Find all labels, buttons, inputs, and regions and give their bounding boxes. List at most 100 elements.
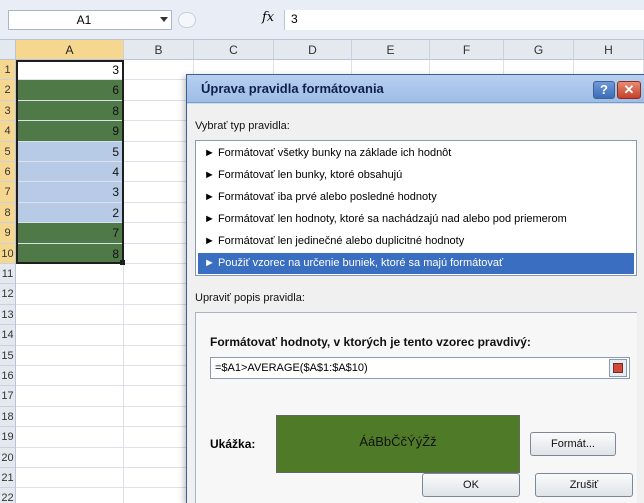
cell[interactable]: [124, 60, 194, 81]
cell[interactable]: [124, 202, 194, 224]
row-header[interactable]: 17: [0, 386, 16, 407]
row-header[interactable]: 12: [0, 284, 16, 305]
row-header[interactable]: 18: [0, 406, 16, 428]
collapse-dialog-icon[interactable]: [609, 359, 627, 377]
column-header-e[interactable]: E: [352, 40, 430, 60]
cell[interactable]: 3: [16, 60, 124, 81]
cell[interactable]: [124, 182, 194, 203]
cell[interactable]: 5: [16, 141, 124, 162]
formula-bar-grip-icon: [178, 12, 196, 28]
row-header[interactable]: 5: [0, 141, 16, 162]
row-header[interactable]: 3: [0, 100, 16, 122]
rule-type-item[interactable]: ► Formátovať iba prvé alebo posledné hod…: [198, 187, 634, 208]
cell[interactable]: [124, 468, 194, 489]
cell[interactable]: [124, 141, 194, 162]
rule-formula-field[interactable]: =$A1>AVERAGE($A$1:$A$10): [210, 357, 630, 379]
format-button[interactable]: Formát...: [530, 432, 616, 456]
cell[interactable]: 4: [16, 162, 124, 183]
cell[interactable]: 7: [16, 223, 124, 244]
cell[interactable]: [16, 264, 124, 285]
cell[interactable]: [124, 366, 194, 387]
cell[interactable]: [124, 447, 194, 468]
row-header[interactable]: 19: [0, 427, 16, 448]
cell[interactable]: [16, 325, 124, 346]
cell[interactable]: [16, 447, 124, 468]
cell[interactable]: [16, 386, 124, 407]
row-header[interactable]: 13: [0, 304, 16, 326]
cell[interactable]: 8: [16, 100, 124, 122]
cell[interactable]: [124, 243, 194, 264]
cell[interactable]: [16, 468, 124, 489]
cell[interactable]: 6: [16, 80, 124, 101]
name-box[interactable]: A1: [8, 10, 172, 30]
row-header[interactable]: 20: [0, 447, 16, 468]
cell[interactable]: [124, 100, 194, 122]
row-header[interactable]: 2: [0, 80, 16, 101]
rule-type-list[interactable]: ► Formátovať všetky bunky na základe ich…: [195, 140, 637, 276]
cell[interactable]: [16, 366, 124, 387]
help-icon[interactable]: ?: [593, 81, 615, 99]
cell[interactable]: [124, 284, 194, 305]
row-header[interactable]: 11: [0, 264, 16, 285]
cancel-button[interactable]: Zrušiť: [535, 473, 633, 497]
cell[interactable]: [16, 488, 124, 503]
cell[interactable]: [16, 345, 124, 366]
cell[interactable]: 9: [16, 121, 124, 142]
formula-heading: Formátovať hodnoty, v ktorých je tento v…: [210, 335, 531, 349]
row-header[interactable]: 22: [0, 488, 16, 503]
dialog-titlebar[interactable]: Úprava pravidla formátovania ? ✕: [187, 75, 644, 103]
select-all-corner[interactable]: [0, 40, 16, 60]
column-header-b[interactable]: B: [124, 40, 194, 60]
cell[interactable]: [16, 304, 124, 326]
row-header[interactable]: 1: [0, 60, 16, 81]
cell[interactable]: [124, 162, 194, 183]
row-header[interactable]: 14: [0, 325, 16, 346]
row-header[interactable]: 9: [0, 223, 16, 244]
cell[interactable]: [124, 121, 194, 142]
insert-function-icon[interactable]: fx: [262, 10, 274, 25]
cell[interactable]: [124, 386, 194, 407]
rule-type-item[interactable]: ► Použiť vzorec na určenie buniek, ktoré…: [198, 253, 634, 274]
row-header[interactable]: 4: [0, 121, 16, 142]
cell[interactable]: 8: [16, 243, 124, 264]
cell[interactable]: [124, 427, 194, 448]
row-header[interactable]: 15: [0, 345, 16, 366]
close-icon[interactable]: ✕: [617, 81, 641, 99]
column-header-a[interactable]: A: [16, 40, 124, 60]
column-header-f[interactable]: F: [430, 40, 504, 60]
cell[interactable]: [124, 406, 194, 428]
cell[interactable]: [124, 264, 194, 285]
chevron-down-icon[interactable]: [160, 17, 168, 22]
row-header[interactable]: 10: [0, 243, 16, 264]
format-preview: ÁáBbČčÝýŽž: [276, 415, 520, 473]
fill-handle[interactable]: [120, 260, 125, 265]
cell[interactable]: 2: [16, 202, 124, 224]
cell[interactable]: [16, 284, 124, 305]
rule-type-item[interactable]: ► Formátovať len bunky, ktoré obsahujú: [198, 165, 634, 186]
row-header[interactable]: 16: [0, 366, 16, 387]
cell[interactable]: [16, 427, 124, 448]
cell[interactable]: [124, 80, 194, 101]
cell[interactable]: [16, 406, 124, 428]
cell[interactable]: [124, 488, 194, 503]
cell[interactable]: [124, 345, 194, 366]
formula-input[interactable]: 3: [284, 10, 644, 30]
row-header[interactable]: 7: [0, 182, 16, 203]
column-header-d[interactable]: D: [274, 40, 352, 60]
select-rule-type-label: Vybrať typ pravidla:: [195, 120, 290, 132]
row-header[interactable]: 6: [0, 162, 16, 183]
rule-type-item[interactable]: ► Formátovať len hodnoty, ktoré sa nachá…: [198, 209, 634, 230]
column-header-g[interactable]: G: [504, 40, 574, 60]
rule-type-item[interactable]: ► Formátovať všetky bunky na základe ich…: [198, 143, 634, 164]
ok-button[interactable]: OK: [422, 473, 520, 497]
cell[interactable]: 3: [16, 182, 124, 203]
column-header-c[interactable]: C: [194, 40, 274, 60]
rule-type-item[interactable]: ► Formátovať len jedinečné alebo duplici…: [198, 231, 634, 252]
cell[interactable]: [124, 223, 194, 244]
row-header[interactable]: 8: [0, 202, 16, 224]
cell[interactable]: [124, 304, 194, 326]
column-header-h[interactable]: H: [574, 40, 644, 60]
dialog-title: Úprava pravidla formátovania: [201, 81, 384, 96]
row-header[interactable]: 21: [0, 468, 16, 489]
cell[interactable]: [124, 325, 194, 346]
